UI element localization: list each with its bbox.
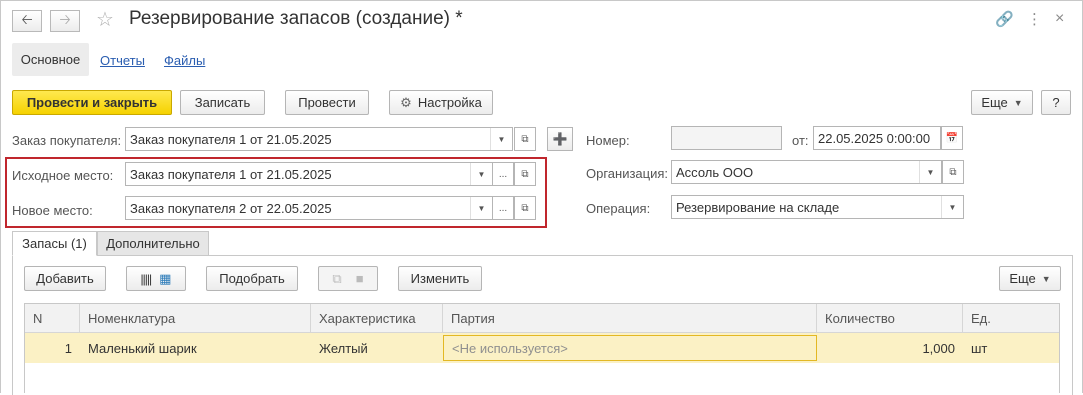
- date-from-label: от:: [792, 133, 809, 148]
- org-field[interactable]: Ассоль ООО ▼: [671, 160, 942, 184]
- dropdown-icon[interactable]: ▼: [470, 163, 492, 185]
- cell-batch[interactable]: <Не используется>: [443, 335, 817, 361]
- post-and-close-button[interactable]: Провести и закрыть: [12, 90, 172, 115]
- order-value: Заказ покупателя 1 от 21.05.2025: [130, 131, 332, 147]
- calendar-icon[interactable]: 📅: [941, 126, 963, 150]
- dest-label: Новое место:: [12, 203, 93, 218]
- open-icon[interactable]: ⧉: [514, 127, 536, 151]
- barcode-icon: |||||: [140, 271, 153, 286]
- arrow-left-icon: 🡠: [21, 11, 33, 27]
- post-button[interactable]: Провести: [285, 90, 369, 115]
- page-title: Резервирование запасов (создание) *: [129, 8, 463, 29]
- source-label: Исходное место:: [12, 168, 114, 183]
- fill-icon[interactable]: ➕: [547, 127, 573, 151]
- caret-down-icon: ▼: [1013, 97, 1023, 108]
- org-label: Организация:: [586, 166, 669, 181]
- dropdown-icon[interactable]: ▼: [941, 196, 963, 218]
- save-button[interactable]: Записать: [180, 90, 265, 115]
- date-value: 22.05.2025 0:00:00: [818, 130, 931, 146]
- source-field[interactable]: Заказ покупателя 1 от 21.05.2025 ▼: [125, 162, 493, 186]
- settings-button[interactable]: ⚙ Настройка: [389, 90, 493, 115]
- open-icon[interactable]: ⧉: [942, 160, 964, 184]
- copy-icon: ⧉: [332, 270, 342, 286]
- table-row[interactable]: 1 Маленький шарик Желтый <Не используетс…: [25, 333, 1059, 363]
- change-button[interactable]: Изменить: [398, 266, 482, 291]
- tab-stock[interactable]: Запасы (1): [12, 231, 97, 256]
- tab-files[interactable]: Файлы: [164, 53, 205, 68]
- table-more-button[interactable]: Еще ▼: [999, 266, 1061, 291]
- gear-icon: ⚙: [400, 94, 412, 110]
- dest-field[interactable]: Заказ покупателя 2 от 22.05.2025 ▼: [125, 196, 493, 220]
- dest-value: Заказ покупателя 2 от 22.05.2025: [130, 200, 332, 216]
- column-header-batch[interactable]: Партия: [443, 304, 817, 333]
- stock-table: N Номенклатура Характеристика Партия Кол…: [24, 303, 1060, 393]
- help-button[interactable]: ?: [1041, 90, 1071, 115]
- column-header-quantity[interactable]: Количество: [817, 304, 963, 333]
- order-field[interactable]: Заказ покупателя 1 от 21.05.2025 ▼: [125, 127, 513, 151]
- select-ellipsis-icon[interactable]: ...: [492, 162, 514, 186]
- op-label: Операция:: [586, 201, 651, 216]
- column-header-n[interactable]: N: [25, 304, 80, 333]
- op-value: Резервирование на складе: [676, 199, 840, 215]
- order-label: Заказ покупателя:: [12, 133, 122, 148]
- column-header-unit[interactable]: Ед.: [963, 304, 1059, 333]
- number-field[interactable]: [671, 126, 782, 150]
- more-vertical-icon[interactable]: ⋮: [1027, 10, 1042, 28]
- cell-quantity: 1,000: [922, 340, 955, 356]
- column-header-item[interactable]: Номенклатура: [80, 304, 311, 333]
- paste-icon: ■: [355, 271, 364, 286]
- tab-main[interactable]: Основное: [12, 43, 89, 76]
- open-icon[interactable]: ⧉: [514, 196, 536, 220]
- pick-button[interactable]: Подобрать: [206, 266, 298, 291]
- copy-paste-buttons[interactable]: ⧉ ■: [318, 266, 378, 291]
- table-more-label: Еще: [1009, 271, 1036, 286]
- operation-select[interactable]: Резервирование на складе ▼: [671, 195, 964, 219]
- caret-down-icon: ▼: [1041, 273, 1051, 284]
- link-icon[interactable]: 🔗: [995, 10, 1014, 28]
- more-label: Еще: [981, 95, 1008, 110]
- column-header-characteristic[interactable]: Характеристика: [311, 304, 443, 333]
- cell-n: 1: [64, 340, 72, 356]
- open-icon[interactable]: ⧉: [514, 162, 536, 186]
- forward-button[interactable]: 🡢: [50, 10, 80, 32]
- cell-unit: шт: [971, 340, 988, 356]
- dropdown-icon[interactable]: ▼: [470, 197, 492, 219]
- settings-label: Настройка: [417, 95, 482, 110]
- tab-additional[interactable]: Дополнительно: [97, 231, 209, 256]
- org-value: Ассоль ООО: [676, 164, 754, 180]
- back-button[interactable]: 🡠: [12, 10, 42, 32]
- barcode-buttons[interactable]: ||||| ▦: [126, 266, 186, 291]
- favorite-star-icon[interactable]: ☆: [96, 7, 114, 32]
- number-label: Номер:: [586, 133, 630, 148]
- add-button[interactable]: Добавить: [24, 266, 106, 291]
- more-button[interactable]: Еще ▼: [971, 90, 1033, 115]
- close-icon[interactable]: ×: [1055, 10, 1064, 28]
- source-value: Заказ покупателя 1 от 21.05.2025: [130, 166, 332, 182]
- cell-characteristic: Желтый: [319, 340, 368, 356]
- arrow-right-icon: 🡢: [59, 11, 71, 27]
- dropdown-icon[interactable]: ▼: [490, 128, 512, 150]
- dropdown-icon[interactable]: ▼: [919, 161, 941, 183]
- select-ellipsis-icon[interactable]: ...: [492, 196, 514, 220]
- cell-item: Маленький шарик: [88, 340, 197, 356]
- scanner-icon: ▦: [159, 270, 172, 286]
- date-field[interactable]: 22.05.2025 0:00:00: [813, 126, 941, 150]
- tab-reports[interactable]: Отчеты: [100, 53, 145, 68]
